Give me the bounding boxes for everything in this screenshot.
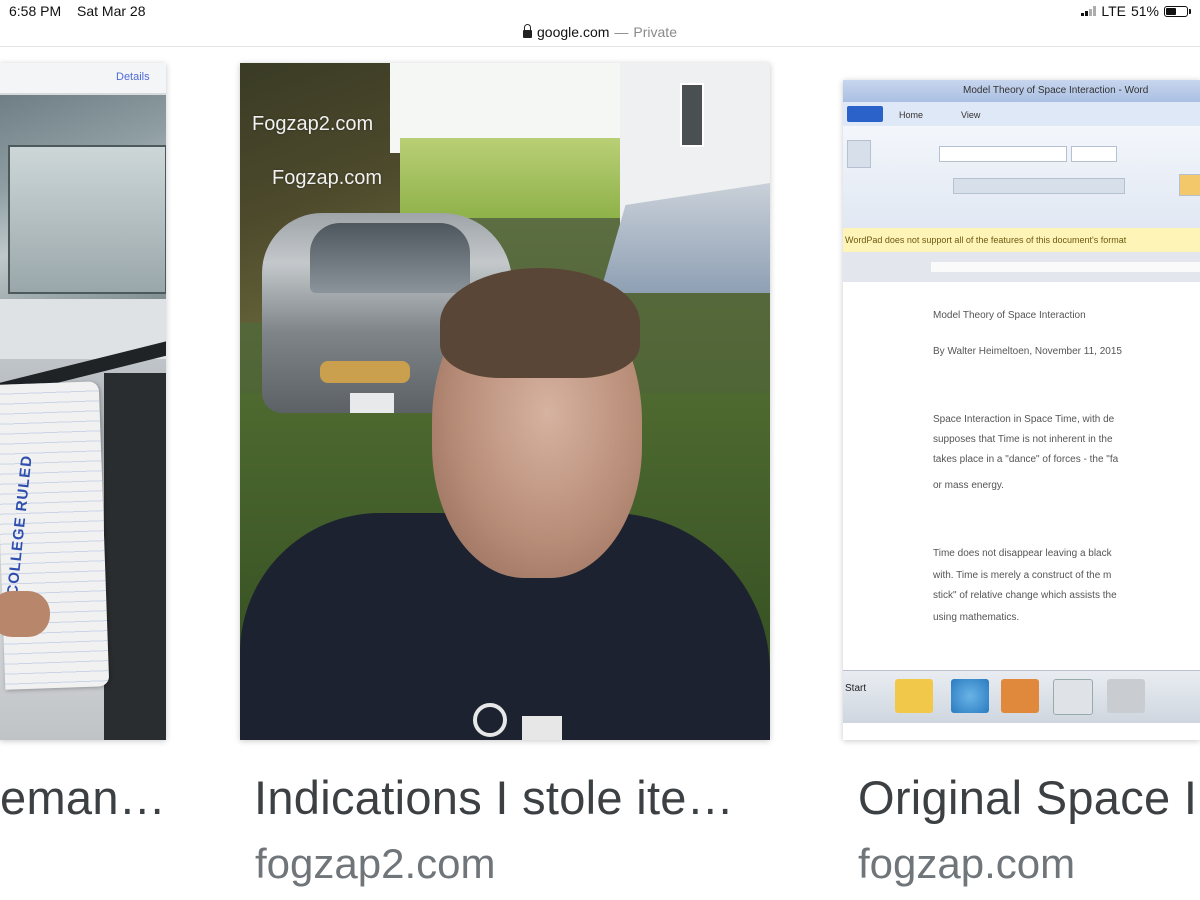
- result-image-center[interactable]: Fogzap2.com Fogzap.com: [240, 63, 770, 740]
- shirt-logo-icon: [473, 703, 507, 737]
- result-source-right[interactable]: fogzap.com: [858, 840, 1075, 888]
- window-title-bar: Model Theory of Space Interaction - Word: [843, 80, 1200, 102]
- tab-view: View: [961, 110, 981, 120]
- field: [400, 138, 630, 218]
- url-separator: —: [614, 24, 629, 40]
- start-button: Start: [845, 683, 867, 694]
- doc-line: takes place in a "dance" of forces - the…: [933, 454, 1119, 465]
- status-date: Sat Mar 28: [77, 3, 146, 19]
- result-title-left[interactable]: eman…: [0, 770, 166, 825]
- window-title: Model Theory of Space Interaction - Word: [963, 85, 1149, 96]
- doc-line: using mathematics.: [933, 612, 1020, 623]
- ruler: [843, 252, 1200, 282]
- result-image-right[interactable]: Model Theory of Space Interaction - Word…: [843, 80, 1200, 740]
- doc-line: Space Interaction in Space Time, with de: [933, 414, 1115, 425]
- car-grille: [320, 361, 410, 383]
- cellular-signal-icon: [1081, 6, 1097, 16]
- browser-icon: [951, 679, 989, 713]
- status-time: 6:58 PM: [9, 3, 62, 19]
- file-menu-button: [847, 106, 883, 122]
- doc-line: or mass energy.: [933, 480, 1004, 491]
- paste-icon: [847, 140, 871, 168]
- wordpad-icon: [1053, 679, 1093, 715]
- format-buttons: [953, 178, 1125, 194]
- taskbar: Start: [843, 670, 1200, 723]
- address-bar-divider: [0, 46, 1200, 47]
- ruled-notepad: COLLEGE RULED: [0, 381, 110, 690]
- shirt-logo-mark: [522, 716, 562, 740]
- format-notice-text: WordPad does not support all of the feat…: [845, 235, 1127, 245]
- result-title-right[interactable]: Original Space I: [858, 770, 1197, 825]
- battery-icon: [1164, 5, 1191, 17]
- doc-heading: Model Theory of Space Interaction: [933, 310, 1086, 321]
- dark-panel: [104, 373, 166, 740]
- ribbon-tabs: Home View: [843, 102, 1200, 126]
- image-details-label: Details: [116, 71, 150, 83]
- watermark-fogzap2: Fogzap2.com: [252, 113, 374, 135]
- battery-percent: 51%: [1130, 3, 1159, 19]
- house-window: [680, 83, 704, 147]
- finger: [0, 591, 50, 637]
- image-toolbar: Details: [0, 63, 166, 93]
- paint-icon: [1107, 679, 1145, 713]
- lock-icon: [523, 23, 533, 38]
- status-right-group: LTE 51%: [1081, 3, 1191, 19]
- car-window: [0, 95, 166, 305]
- result-source-center[interactable]: fogzap2.com: [255, 840, 495, 888]
- url-domain: google.com: [537, 24, 610, 40]
- car-windshield: [310, 223, 470, 293]
- doc-line: with. Time is merely a construct of the …: [933, 570, 1112, 581]
- watermark-fogzap: Fogzap.com: [272, 167, 383, 189]
- result-image-left[interactable]: Details COLLEGE RULED: [0, 63, 166, 740]
- address-bar[interactable]: google.com — Private: [0, 20, 1200, 44]
- font-name-box: [939, 146, 1067, 162]
- doc-line: Time does not disappear leaving a black: [933, 548, 1112, 559]
- network-type: LTE: [1101, 3, 1126, 19]
- folder-icon: [895, 679, 933, 713]
- doc-byline: By Walter Heimeltoen, November 11, 2015: [933, 346, 1122, 357]
- license-plate: [350, 393, 394, 413]
- tab-home: Home: [899, 110, 924, 120]
- ribbon: [843, 126, 1200, 229]
- private-mode-label: Private: [633, 24, 677, 40]
- result-title-center[interactable]: Indications I stole ite…: [254, 770, 734, 825]
- doc-line: stick" of relative change which assists …: [933, 590, 1117, 601]
- media-icon: [1001, 679, 1039, 713]
- hair: [440, 268, 640, 378]
- highlight-icon: [1179, 174, 1200, 196]
- doc-line: supposes that Time is not inherent in th…: [933, 434, 1113, 445]
- format-notice: WordPad does not support all of the feat…: [843, 228, 1200, 252]
- document-page: Model Theory of Space Interaction By Wal…: [843, 282, 1200, 652]
- font-size-box: [1071, 146, 1117, 162]
